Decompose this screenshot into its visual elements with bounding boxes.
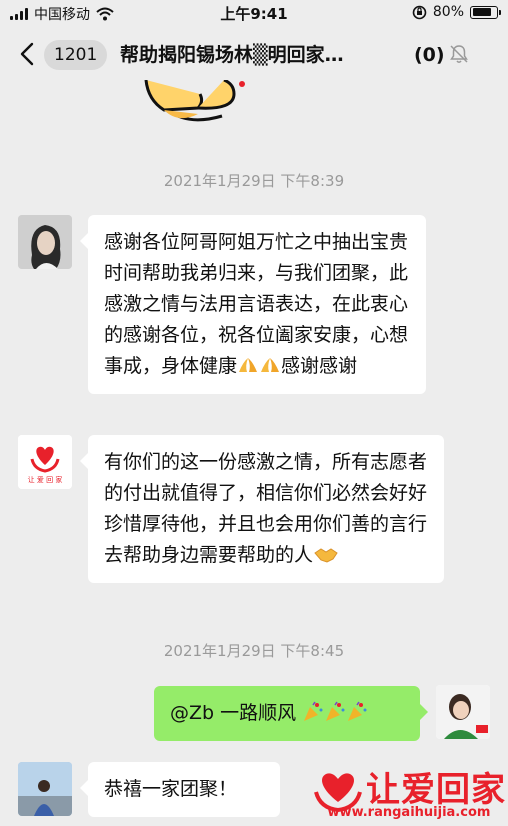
member-count: (0): [414, 44, 445, 66]
watermark-url: www.rangaihuijia.com: [327, 805, 491, 820]
person-outdoor-photo-icon: [18, 762, 72, 816]
message-bubble-sent[interactable]: @Zb 一路顺风: [154, 686, 428, 741]
mute-bell-icon: [450, 45, 468, 63]
watermark-brand: 让爱回家: [366, 770, 506, 810]
handshake-emoji: [314, 548, 338, 563]
avatar[interactable]: [18, 215, 72, 269]
timestamp: 2021年1月29日 下午8:45: [163, 642, 345, 660]
logo-caption: 让 爱 回 家: [27, 476, 63, 484]
message-text: 有你们的这一份感激之情，所有志愿者的付出就值得了，相信你们必然会好好珍惜厚待他，…: [104, 451, 428, 566]
orientation-lock-icon: [412, 5, 427, 19]
avatar[interactable]: [436, 685, 490, 739]
user-photo-icon: [436, 685, 490, 739]
avatar[interactable]: [18, 762, 72, 816]
party-popper-emoji: [326, 701, 345, 721]
party-popper-emoji: [304, 701, 323, 721]
message-text: 恭禧一家团聚！: [104, 778, 238, 800]
chat-title[interactable]: 帮助揭阳锡场林▒明回家…: [120, 40, 415, 70]
avatar[interactable]: 让 爱 回 家: [18, 435, 72, 489]
praying-hands-emoji: [239, 358, 258, 372]
thumbs-up-sticker[interactable]: [138, 80, 248, 130]
party-popper-emoji: [348, 701, 367, 721]
back-chevron-icon[interactable]: [14, 40, 42, 68]
message-text: @Zb 一路顺风: [170, 702, 297, 724]
message-bubble[interactable]: 恭禧一家团聚！: [80, 762, 280, 817]
chat-header: 1201 帮助揭阳锡场林▒明回家… (0): [0, 28, 508, 80]
message-text-tail: 感谢感谢: [281, 355, 358, 377]
unread-count-badge[interactable]: 1201: [44, 40, 108, 70]
timestamp: 2021年1月29日 下午8:39: [163, 172, 345, 190]
battery-level: [472, 8, 491, 16]
battery-percent: 80%: [432, 4, 464, 20]
praying-hands-emoji: [261, 358, 280, 372]
message-bubble[interactable]: 有你们的这一份感激之情，所有志愿者的付出就值得了，相信你们必然会好好珍惜厚待他，…: [80, 435, 444, 583]
message-bubble[interactable]: 感谢各位阿哥阿姐万忙之中抽出宝贵时间帮助我弟归来，与我们团聚，此感激之情与法用言…: [80, 215, 426, 394]
status-bar: 中国移动 上午9:41 80%: [0, 0, 508, 26]
person-portrait-icon: [18, 215, 72, 269]
battery-icon: [470, 5, 501, 19]
